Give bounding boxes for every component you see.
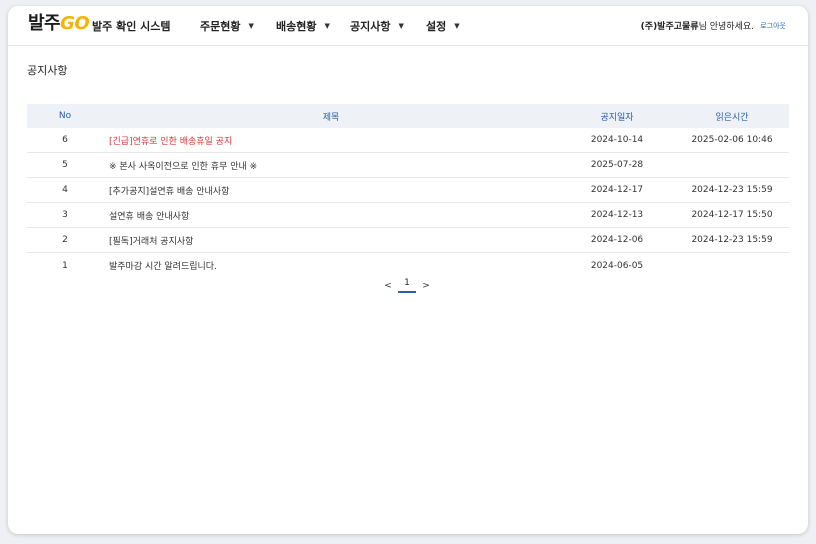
top-header: 발주GO 발주 확인 시스템 주문현황 ▼ 배송현황 ▼ 공지사항 ▼ 설정 ▼… [8,6,808,46]
logo-text-ko: 발주 [28,13,61,34]
pagination: < 1 > [382,278,432,293]
app-window: 발주GO 발주 확인 시스템 주문현황 ▼ 배송현황 ▼ 공지사항 ▼ 설정 ▼… [8,6,808,534]
cell-date: 2024-12-13 [590,210,644,220]
cell-date: 2024-06-05 [590,260,644,271]
table-row[interactable]: 4 [추가공지]설연휴 배송 안내사항 2024-12-17 2024-12-2… [27,178,789,203]
cell-date: 2024-12-06 [590,235,644,245]
brand-logo[interactable]: 발주GO [28,13,90,35]
page-title: 공지사항 [27,64,68,77]
column-header-date: 공지일자 [600,112,634,123]
table-row[interactable]: 6 [긴급]연휴로 인한 배송휴일 공지 2024-10-14 2025-02-… [27,128,789,153]
table-row[interactable]: 5 ※ 본사 사옥이전으로 인한 휴무 안내 ※ 2025-07-28 [27,153,789,178]
next-page-button[interactable]: > [420,281,432,291]
system-title: 발주 확인 시스템 [92,20,171,33]
cell-no: 3 [62,210,68,220]
nav-item-delivery[interactable]: 배송현황 ▼ [276,18,350,34]
cell-no: 4 [62,185,68,195]
nav-item-label: 주문현황 [200,20,241,33]
cell-no: 1 [62,260,68,271]
caret-down-icon: ▼ [248,22,254,30]
column-header-no: No [58,111,72,121]
cell-no: 6 [62,135,68,145]
cell-date: 2024-12-17 [590,185,644,195]
notice-title-link[interactable]: [추가공지]설연휴 배송 안내사항 [103,184,559,197]
nav-item-label: 공지사항 [350,20,391,33]
notice-title-link[interactable]: 발주마감 시간 알려드립니다. [103,259,559,272]
logo-text-go: GO [60,13,90,34]
caret-down-icon: ▼ [398,22,404,30]
caret-down-icon: ▼ [454,22,460,30]
cell-read-time: 2024-12-23 15:59 [691,185,773,195]
notice-title-link[interactable]: 설연휴 배송 안내사항 [103,209,559,222]
nav-item-notices[interactable]: 공지사항 ▼ [350,18,426,34]
cell-no: 2 [62,235,68,245]
user-company: (주)발주고물류 [640,22,699,32]
logout-link[interactable]: 로그아웃 [760,21,786,31]
cell-read-time: 2024-12-17 15:50 [691,210,773,220]
cell-date: 2024-10-14 [590,135,644,145]
notice-title-link[interactable]: ※ 본사 사옥이전으로 인한 휴무 안내 ※ [103,159,559,172]
greeting-text: 님 안녕하세요. [698,22,754,32]
table-row[interactable]: 3 설연휴 배송 안내사항 2024-12-13 2024-12-17 15:5… [27,203,789,228]
page-button-current[interactable]: 1 [398,278,416,293]
user-greeting: (주)발주고물류님 안녕하세요. [641,19,754,32]
prev-page-button[interactable]: < [382,281,394,291]
notice-table: No 제목 공지일자 읽은시간 6 [긴급]연휴로 인한 배송휴일 공지 202… [27,104,789,278]
cell-no: 5 [62,160,68,170]
table-header: No 제목 공지일자 읽은시간 [27,104,789,128]
cell-read-time: 2024-12-23 15:59 [691,235,773,245]
nav-item-settings[interactable]: 설정 ▼ [426,18,486,34]
column-header-title: 제목 [322,112,340,123]
nav-item-label: 배송현황 [276,20,317,33]
cell-date: 2025-07-28 [590,160,644,170]
table-row[interactable]: 2 [필독]거래처 공지사항 2024-12-06 2024-12-23 15:… [27,228,789,253]
nav-item-orders[interactable]: 주문현황 ▼ [200,18,276,34]
table-row[interactable]: 1 발주마감 시간 알려드립니다. 2024-06-05 [27,253,789,278]
cell-read-time: 2025-02-06 10:46 [691,135,773,145]
column-header-read: 읽은시간 [715,112,749,123]
nav-item-label: 설정 [426,20,447,33]
notice-title-link[interactable]: [필독]거래처 공지사항 [103,234,559,247]
main-nav: 주문현황 ▼ 배송현황 ▼ 공지사항 ▼ 설정 ▼ [200,18,486,34]
caret-down-icon: ▼ [324,22,330,30]
notice-title-link[interactable]: [긴급]연휴로 인한 배송휴일 공지 [103,134,559,147]
